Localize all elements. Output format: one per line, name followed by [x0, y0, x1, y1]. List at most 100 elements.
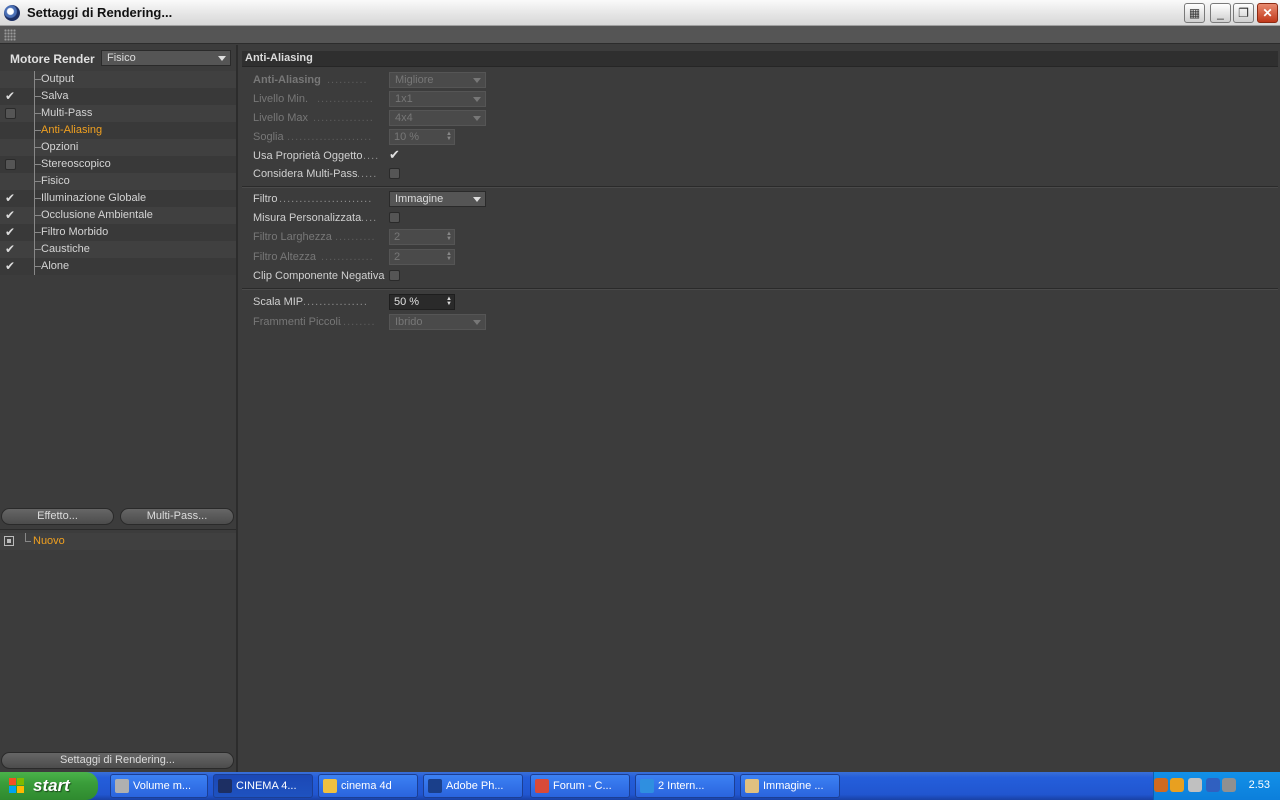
min-level-row: Livello Min. .............. 1x1 — [253, 90, 553, 108]
tree-item-label: Caustiche — [41, 243, 90, 255]
taskbar-item[interactable]: 2 Intern... — [635, 774, 735, 798]
leader-dots: .... — [363, 150, 380, 162]
leader-dots: .......... — [327, 74, 368, 86]
checkmark-icon[interactable]: ✔ — [5, 260, 16, 272]
spinner-icon[interactable]: ▲ ▼ — [446, 296, 452, 307]
taskbar-item[interactable]: Forum - C... — [530, 774, 630, 798]
start-button[interactable]: start — [0, 772, 98, 800]
taskbar-item[interactable]: Volume m... — [110, 774, 208, 798]
threshold-row: Soglia ..................... 10 % ▲ ▼ — [253, 128, 553, 146]
tree-item-fisico[interactable]: Fisico — [0, 173, 236, 190]
aa-label: Anti-Aliasing — [253, 74, 321, 86]
toolbar-strip — [0, 26, 1280, 44]
tree-item-output[interactable]: Output — [0, 71, 236, 88]
network-icon[interactable] — [1222, 778, 1236, 792]
minimize-button[interactable]: _ — [1210, 3, 1231, 23]
checkmark-icon[interactable]: ✔ — [5, 243, 16, 255]
tree-item-anti-aliasing[interactable]: Anti-Aliasing — [0, 122, 236, 139]
consider-mp-checkbox[interactable] — [389, 168, 400, 179]
tree-connector — [34, 105, 41, 122]
leader-dots: .............. — [317, 93, 374, 105]
effect-button[interactable]: Effetto... — [1, 508, 114, 525]
tree-item-alone[interactable]: ✔ Alone — [0, 258, 236, 275]
chevron-down-icon — [473, 197, 481, 202]
tree-connector — [25, 533, 31, 542]
spinner-icon[interactable]: ▲ ▼ — [446, 231, 452, 242]
custom-size-checkbox[interactable] — [389, 212, 400, 223]
checkmark-icon[interactable]: ✔ — [5, 209, 16, 221]
chevron-left-icon[interactable] — [1154, 778, 1168, 792]
tree-item-occlusione-ambientale[interactable]: ✔ Occlusione Ambientale — [0, 207, 236, 224]
restore-button[interactable]: ❐ — [1233, 3, 1254, 23]
threshold-value: 10 % — [394, 131, 420, 143]
clip-negative-checkbox[interactable] — [389, 270, 400, 281]
leader-dots: .......... — [335, 231, 376, 243]
taskbar-item-label: Forum - C... — [553, 780, 612, 792]
spinner-icon[interactable]: ▲ ▼ — [446, 131, 452, 142]
filter-width-row: Filtro Larghezza .......... 2 ▲ ▼ — [253, 228, 553, 246]
min-level-dropdown[interactable]: 1x1 — [389, 91, 486, 107]
volume-icon[interactable] — [1188, 778, 1202, 792]
threshold-field[interactable]: 10 % ▲ ▼ — [389, 129, 455, 145]
checkbox[interactable] — [5, 159, 16, 170]
use-object-checkbox[interactable]: ✔ — [389, 148, 401, 162]
taskbar-item-label: Adobe Ph... — [446, 780, 504, 792]
layout-grid-icon[interactable]: ▦ — [1184, 3, 1205, 23]
tree-item-salva[interactable]: ✔ Salva — [0, 88, 236, 105]
taskbar-item[interactable]: CINEMA 4... — [213, 774, 313, 798]
tree-item-illuminazione-globale[interactable]: ✔ Illuminazione Globale — [0, 190, 236, 207]
max-level-row: Livello Max ............... 4x4 — [253, 109, 553, 127]
checkmark-icon[interactable]: ✔ — [5, 90, 16, 102]
chevron-down-icon — [473, 78, 481, 83]
threshold-label: Soglia — [253, 131, 284, 143]
clip-negative-label: Clip Componente Negativa — [253, 270, 385, 282]
tree-item-label: Fisico — [41, 175, 70, 187]
small-fragments-row: Frammenti Piccoli ......... Ibrido — [253, 313, 553, 331]
mip-scale-field[interactable]: 50 % ▲ ▼ — [389, 294, 455, 310]
tree-item-multi-pass[interactable]: Multi-Pass — [0, 105, 236, 122]
filter-width-value: 2 — [394, 231, 401, 243]
aa-value: Migliore — [395, 74, 434, 86]
render-engine-dropdown[interactable]: Fisico — [101, 50, 231, 66]
max-level-dropdown[interactable]: 4x4 — [389, 110, 486, 126]
taskbar-item-label: Immagine ... — [763, 780, 824, 792]
leader-dots: ..... — [357, 168, 378, 180]
taskbar-item-label: CINEMA 4... — [236, 780, 297, 792]
render-settings-button[interactable]: Settaggi di Rendering... — [1, 752, 234, 769]
app-icon — [535, 779, 549, 793]
taskbar-item[interactable]: Adobe Ph... — [423, 774, 523, 798]
filter-height-field[interactable]: 2 ▲ ▼ — [389, 249, 455, 265]
tree-connector — [34, 122, 41, 139]
checkmark-icon[interactable]: ✔ — [5, 226, 16, 238]
close-button[interactable]: ✕ — [1257, 3, 1278, 23]
filter-width-field[interactable]: 2 ▲ ▼ — [389, 229, 455, 245]
tree-item-filtro-morbido[interactable]: ✔ Filtro Morbido — [0, 224, 236, 241]
filter-dropdown[interactable]: Immagine — [389, 191, 486, 207]
tree-item-caustiche[interactable]: ✔ Caustiche — [0, 241, 236, 258]
checkmark-icon[interactable]: ✔ — [5, 192, 16, 204]
taskbar-item[interactable]: Immagine ... — [740, 774, 840, 798]
consider-mp-label: Considera Multi-Pass — [253, 168, 358, 180]
tree-item-stereoscopico[interactable]: Stereoscopico — [0, 156, 236, 173]
consider-mp-row: Considera Multi-Pass ..... — [253, 165, 553, 183]
small-fragments-dropdown[interactable]: Ibrido — [389, 314, 486, 330]
app-icon — [218, 779, 232, 793]
window-title: Settaggi di Rendering... — [27, 5, 173, 20]
custom-size-label: Misura Personalizzata — [253, 212, 362, 224]
clip-negative-row: Clip Componente Negativa — [253, 267, 553, 285]
grip-handle-icon[interactable] — [4, 29, 16, 41]
aa-dropdown[interactable]: Migliore — [389, 72, 486, 88]
vlc-icon[interactable] — [1170, 778, 1184, 792]
multipass-button[interactable]: Multi-Pass... — [120, 508, 234, 525]
chevron-down-icon — [218, 56, 226, 61]
section-title: Anti-Aliasing — [245, 52, 313, 64]
tree-item-opzioni[interactable]: Opzioni — [0, 139, 236, 156]
render-setting-item[interactable]: Nuovo — [0, 533, 236, 550]
divider — [242, 288, 1278, 290]
taskbar-item[interactable]: cinema 4d — [318, 774, 418, 798]
tree-item-label: Filtro Morbido — [41, 226, 109, 238]
checkbox[interactable] — [5, 108, 16, 119]
tree-connector — [34, 156, 41, 173]
spinner-icon[interactable]: ▲ ▼ — [446, 251, 452, 262]
bluetooth-icon[interactable] — [1206, 778, 1220, 792]
